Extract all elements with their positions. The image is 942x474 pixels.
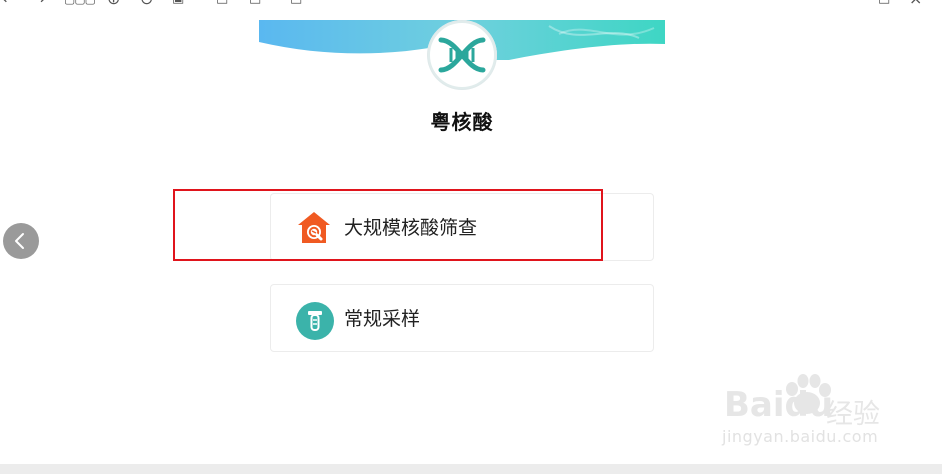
previous-button[interactable] — [3, 223, 39, 259]
chevron-left-icon — [15, 233, 24, 249]
more-icon[interactable]: ••• — [800, 0, 821, 8]
page-title: 粤核酸 — [430, 110, 494, 134]
copy-icon[interactable]: □ — [216, 0, 228, 8]
edit-icon[interactable]: □ — [249, 0, 261, 8]
download-icon[interactable]: □ — [290, 0, 302, 8]
forward-icon[interactable]: → — [32, 0, 45, 8]
zoom-out-icon[interactable]: ⊖ — [140, 0, 153, 8]
back-icon[interactable]: ← — [2, 0, 15, 8]
highlight-box — [173, 189, 603, 261]
bottom-bar — [0, 464, 942, 474]
close-icon[interactable]: × — [909, 0, 922, 8]
minimize-icon[interactable]: – — [846, 0, 854, 8]
app-logo — [427, 20, 497, 90]
watermark-cn: 经验 — [826, 399, 880, 430]
fit-icon[interactable]: ▣ — [172, 0, 184, 8]
maximize-icon[interactable]: □ — [878, 0, 890, 8]
watermark-url: jingyan.baidu.com — [722, 427, 879, 446]
sample-tube-icon — [296, 302, 334, 340]
top-toolbar: ← → ▢▢▢ ⊕ ⊖ ▣ □ □ □ ••• – □ × — [0, 0, 942, 8]
dna-icon — [428, 21, 496, 89]
grid-icon[interactable]: ▢▢▢ — [64, 0, 96, 8]
menu-item-label: 常规采样 — [344, 308, 421, 330]
menu-item-routine-sampling[interactable]: 常规采样 — [270, 284, 654, 352]
zoom-in-icon[interactable]: ⊕ — [107, 0, 120, 8]
watermark-brand: Baidu — [724, 385, 834, 425]
